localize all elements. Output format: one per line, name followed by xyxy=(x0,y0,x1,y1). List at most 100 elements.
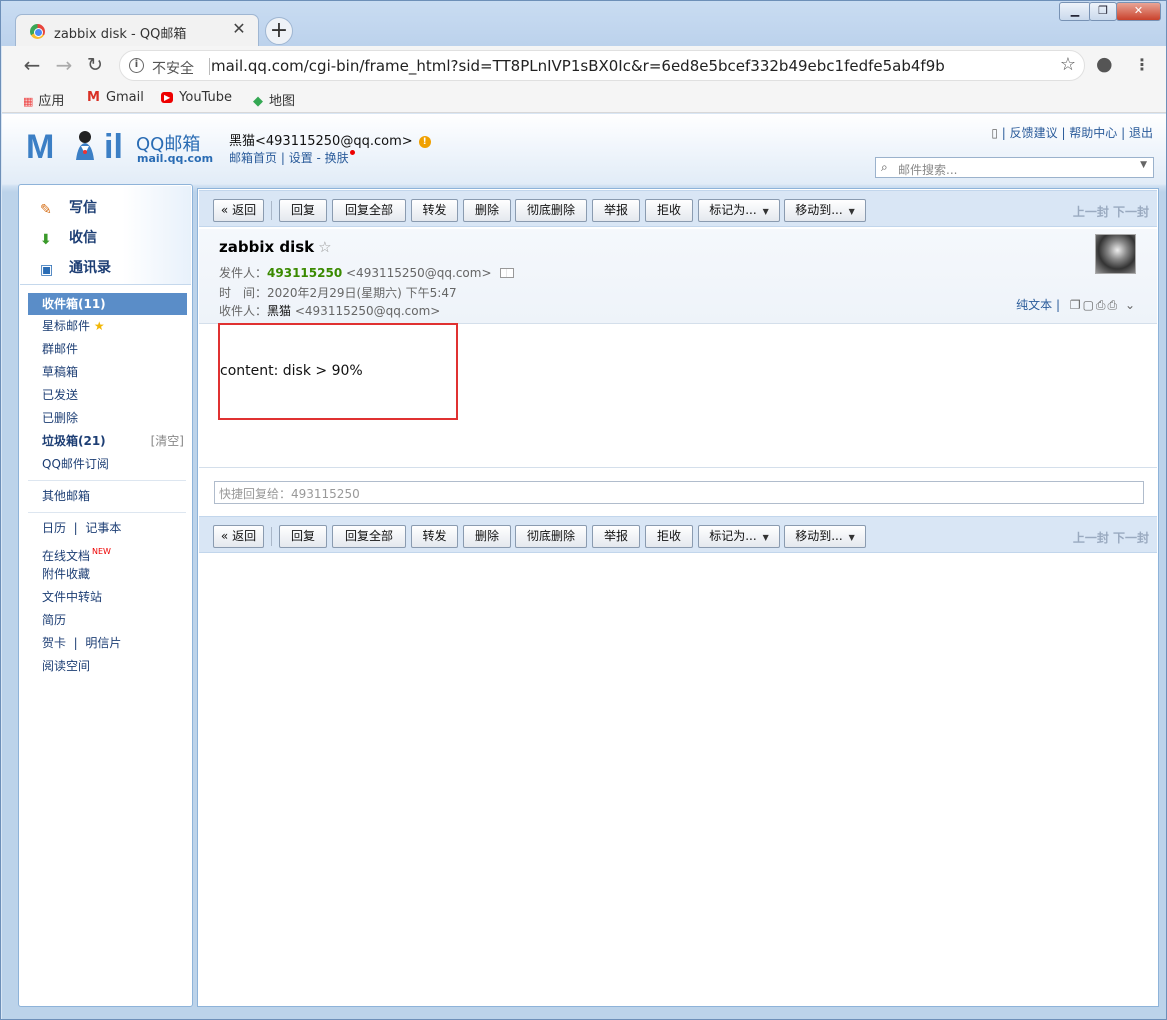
close-tab-icon[interactable]: ✕ xyxy=(230,20,248,38)
search-icon: ⌕ xyxy=(881,160,888,174)
link-mail-home[interactable]: 邮箱首页 xyxy=(229,151,277,165)
subject-text: zabbix disk xyxy=(219,238,315,256)
profile-icon[interactable]: ● xyxy=(1096,53,1113,75)
link-reading-space[interactable]: 阅读空间 xyxy=(19,655,192,678)
reject-button[interactable]: 拒收 xyxy=(645,199,693,222)
sender-row: 发件人：493115250 <493115250@qq.com> xyxy=(219,264,514,281)
contact-card-icon[interactable] xyxy=(499,268,514,278)
prev-next-links[interactable]: 上一封 下一封 xyxy=(1073,203,1149,220)
bookmark-apps[interactable]: ▦ 应用 xyxy=(23,90,64,109)
bookmark-youtube[interactable]: ▶ YouTube xyxy=(161,90,232,105)
info-icon[interactable]: i xyxy=(129,58,144,73)
receive-label: 收信 xyxy=(69,230,97,246)
bookmark-label: 地图 xyxy=(269,94,296,109)
move-to-dropdown[interactable]: 移动到... ▼ xyxy=(784,525,866,548)
delete-permanently-button[interactable]: 彻底删除 xyxy=(515,199,587,222)
forward-icon[interactable]: → xyxy=(53,54,75,76)
close-window-button[interactable]: ✕ xyxy=(1116,2,1161,21)
address-bar[interactable]: i 不安全 mail.qq.com/cgi-bin/frame_html?sid… xyxy=(119,50,1085,81)
browser-tab[interactable]: zabbix disk - QQ邮箱 ✕ xyxy=(15,14,259,48)
notice-icon[interactable]: ! xyxy=(418,136,431,148)
back-button[interactable]: « 返回 xyxy=(213,525,264,548)
menu-icon[interactable]: ⋮ xyxy=(1134,55,1150,74)
folder-deleted[interactable]: 已删除 xyxy=(19,407,192,430)
bookmark-maps[interactable]: ◆ 地图 xyxy=(253,90,295,109)
delete-permanently-button[interactable]: 彻底删除 xyxy=(515,525,587,548)
reply-all-button[interactable]: 回复全部 xyxy=(332,525,406,548)
back-icon[interactable]: ← xyxy=(21,54,43,76)
recipient-name[interactable]: 黑猫 xyxy=(267,304,291,318)
chevron-down-icon: ▼ xyxy=(762,207,769,216)
browser-toolbar: ← → ↻ i 不安全 mail.qq.com/cgi-bin/frame_ht… xyxy=(2,46,1166,84)
link-feedback[interactable]: 反馈建议 xyxy=(1010,126,1058,140)
url-text[interactable]: mail.qq.com/cgi-bin/frame_html?sid=TT8PL… xyxy=(211,57,945,75)
reject-button[interactable]: 拒收 xyxy=(645,525,693,548)
account-links: 邮箱首页 | 设置 - 换肤 xyxy=(229,149,355,166)
folder-group[interactable]: 群邮件 xyxy=(19,338,192,361)
mark-as-dropdown[interactable]: 标记为... ▼ xyxy=(698,525,780,548)
mobile-icon[interactable]: ▯ xyxy=(991,126,998,140)
divider xyxy=(28,480,186,481)
compose-label: 写信 xyxy=(69,200,97,216)
forward-button[interactable]: 转发 xyxy=(411,525,458,548)
folder-other-mailboxes[interactable]: 其他邮箱 xyxy=(19,485,192,508)
move-to-dropdown[interactable]: 移动到... ▼ xyxy=(784,199,866,222)
sender-avatar[interactable] xyxy=(1095,234,1136,274)
minimize-button[interactable]: ▁ xyxy=(1059,2,1091,21)
link-attachments[interactable]: 附件收藏 xyxy=(19,563,192,586)
reply-button[interactable]: 回复 xyxy=(279,199,327,222)
reply-button[interactable]: 回复 xyxy=(279,525,327,548)
plain-text-link[interactable]: 纯文本 xyxy=(1016,298,1052,312)
link-greeting-card[interactable]: 贺卡 xyxy=(42,636,66,650)
divider xyxy=(271,527,272,546)
maximize-button[interactable]: ❐ xyxy=(1089,2,1117,21)
view-option-icons[interactable]: ❐▢⎙⎙ ⌄ xyxy=(1070,298,1137,312)
receive-button[interactable]: ⬇ 收信 xyxy=(40,227,97,248)
qq-mail-logo[interactable]: M il QQ邮箱 mail.qq.com xyxy=(26,126,216,170)
bookmark-label: Gmail xyxy=(105,90,144,105)
folder-drafts[interactable]: 草稿箱 xyxy=(19,361,192,384)
link-postcard[interactable]: 明信片 xyxy=(85,636,121,650)
clear-spam-link[interactable]: [清空] xyxy=(151,430,184,453)
forward-button[interactable]: 转发 xyxy=(411,199,458,222)
time-label: 时 间： xyxy=(219,286,268,300)
link-logout[interactable]: 退出 xyxy=(1129,126,1153,140)
new-tab-button[interactable]: + xyxy=(265,17,293,45)
reload-icon[interactable]: ↻ xyxy=(84,54,106,76)
folder-spam[interactable]: 垃圾箱(21) [清空] xyxy=(19,430,192,453)
chevron-down-icon[interactable]: ▼ xyxy=(1140,160,1147,170)
bookmark-star-icon[interactable]: ☆ xyxy=(1060,54,1076,75)
link-skin[interactable]: 换肤 xyxy=(325,151,349,165)
link-docs[interactable]: 在线文档 NEW xyxy=(19,540,192,563)
folder-starred[interactable]: 星标邮件 ★ xyxy=(19,315,192,338)
folder-sent[interactable]: 已发送 xyxy=(19,384,192,407)
delete-button[interactable]: 删除 xyxy=(463,199,511,222)
link-resume[interactable]: 简历 xyxy=(19,609,192,632)
back-button[interactable]: « 返回 xyxy=(213,199,264,222)
report-button[interactable]: 举报 xyxy=(592,525,640,548)
bookmark-gmail[interactable]: M Gmail xyxy=(87,90,144,105)
compose-button[interactable]: ✎ 写信 xyxy=(40,197,97,218)
link-notes[interactable]: 记事本 xyxy=(85,521,121,535)
star-icon[interactable]: ☆ xyxy=(318,238,331,256)
contacts-button[interactable]: ▣ 通讯录 xyxy=(40,257,111,278)
maps-icon: ◆ xyxy=(253,94,263,109)
quick-reply-input[interactable]: 快捷回复给：493115250 xyxy=(214,481,1144,504)
link-file-transfer[interactable]: 文件中转站 xyxy=(19,586,192,609)
sender-name[interactable]: 493115250 xyxy=(267,266,342,280)
recipient-email: <493115250@qq.com> xyxy=(294,304,441,318)
prev-next-links[interactable]: 上一封 下一封 xyxy=(1073,529,1149,546)
link-calendar[interactable]: 日历 xyxy=(42,521,66,535)
mail-toolbar-bottom: « 返回 回复 回复全部 转发 删除 彻底删除 举报 拒收 标记为... ▼ 移动… xyxy=(199,516,1157,553)
reply-all-button[interactable]: 回复全部 xyxy=(332,199,406,222)
delete-button[interactable]: 删除 xyxy=(463,525,511,548)
folder-inbox[interactable]: 收件箱(11) xyxy=(28,293,187,315)
new-badge: NEW xyxy=(92,547,111,556)
report-button[interactable]: 举报 xyxy=(592,199,640,222)
mark-as-dropdown[interactable]: 标记为... ▼ xyxy=(698,199,780,222)
mail-search-input[interactable]: ⌕ 邮件搜索... ▼ xyxy=(875,157,1154,178)
link-settings[interactable]: 设置 xyxy=(289,151,313,165)
link-help[interactable]: 帮助中心 xyxy=(1069,126,1117,140)
divider xyxy=(209,58,210,75)
folder-subscribe[interactable]: QQ邮件订阅 xyxy=(19,453,192,476)
